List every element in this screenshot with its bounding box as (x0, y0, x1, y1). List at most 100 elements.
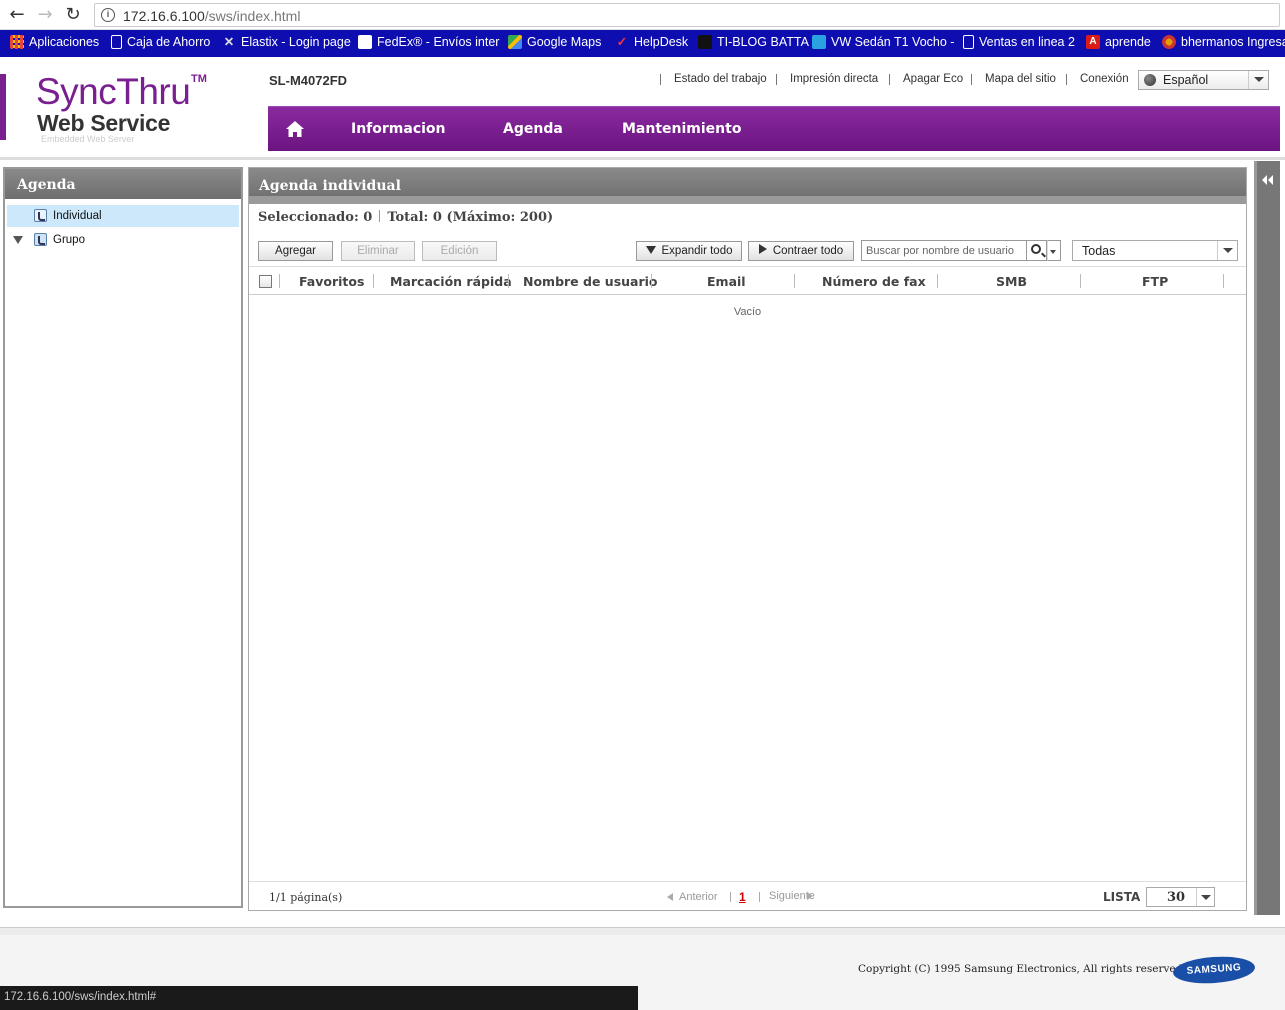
empty-message: Vacío (733, 306, 762, 318)
blog-icon (698, 35, 712, 49)
search-options-dropdown[interactable] (1047, 240, 1061, 261)
page-info: 1/1 página(s) (269, 891, 343, 904)
nav-mantenimiento[interactable]: Mantenimiento (622, 121, 741, 137)
link-sitemap[interactable]: Mapa del sitio (985, 73, 1056, 85)
browser-toolbar: ← → ↻ i 172.16.6.100/sws/index.html (0, 0, 1285, 30)
bookmark-label: Ventas en linea 2 (979, 35, 1075, 49)
search-field[interactable] (861, 240, 1027, 261)
syncthru-page: SyncThru TM Web Service Embedded Web Ser… (0, 57, 1285, 1010)
helpdesk-icon: ✓ (616, 35, 628, 49)
bookmark-caja-de-ahorro[interactable]: Caja de Ahorro (111, 35, 210, 49)
chevron-down-icon (1050, 250, 1056, 254)
bookmark-aplicaciones[interactable]: Aplicaciones (10, 35, 99, 49)
collapse-all-button[interactable]: Contraer todo (748, 241, 854, 261)
bookmark-label: HelpDesk (634, 35, 689, 49)
bookmark-label: bhermanos Ingresa (1181, 35, 1285, 49)
link-direct-print[interactable]: Impresión directa (790, 73, 878, 85)
copyright-text: Copyright (C) 1995 Samsung Electronics, … (858, 963, 1186, 975)
search-button[interactable] (1027, 240, 1047, 261)
table-header: Favoritos Marcación rápida Nombre de usu… (249, 266, 1246, 295)
chevron-down-icon[interactable] (1217, 241, 1237, 260)
group-phonebook-icon (34, 233, 47, 246)
bookmark-fedex[interactable]: FedEx® - Envíos inter (358, 35, 499, 49)
nav-informacion[interactable]: Informacion (351, 121, 446, 137)
filter-select[interactable]: Todas (1072, 240, 1238, 261)
bookmark-ventas[interactable]: Ventas en linea 2 (963, 35, 1075, 49)
prev-page-link[interactable]: Anterior (667, 891, 718, 903)
url-path: /sws/index.html (204, 8, 301, 24)
sidebar-item-grupo[interactable]: Grupo (7, 229, 239, 251)
select-all-checkbox[interactable] (259, 275, 272, 288)
samsung-logo: SAMSUNG (1172, 954, 1256, 986)
apps-grid-icon (10, 35, 24, 49)
edit-button[interactable]: Edición (422, 241, 497, 261)
bookmark-ti-blog[interactable]: TI-BLOG BATTA (698, 35, 809, 49)
bookmark-aprende[interactable]: Aaprende (1086, 35, 1151, 49)
bookmark-bhermanos[interactable]: bhermanos Ingresa (1162, 35, 1285, 49)
link-job-status[interactable]: Estado del trabajo (674, 73, 767, 85)
link-eco-off[interactable]: Apagar Eco (903, 73, 963, 85)
list-size-select[interactable]: 30 (1146, 887, 1215, 907)
chevron-down-icon[interactable] (1248, 71, 1268, 89)
flower-icon (1162, 35, 1176, 49)
right-panel-collapse[interactable] (1254, 161, 1280, 915)
vw-icon (812, 35, 826, 49)
url-text[interactable]: 172.16.6.100/sws/index.html (123, 8, 300, 24)
reload-icon[interactable]: ↻ (62, 4, 84, 26)
page-icon (963, 35, 974, 49)
elastix-icon: ✕ (223, 35, 235, 49)
expand-triangle-icon[interactable] (13, 236, 23, 244)
bookmark-google-maps[interactable]: Google Maps (508, 35, 601, 49)
list-size-value: 30 (1167, 890, 1186, 905)
double-chevron-left-icon[interactable] (1262, 175, 1276, 185)
fedex-icon (358, 35, 372, 49)
column-email[interactable]: Email (707, 274, 746, 289)
column-marcacion-rapida[interactable]: Marcación rápida (390, 274, 512, 289)
forward-arrow-icon[interactable]: → (34, 4, 56, 26)
info-icon[interactable]: i (101, 8, 115, 22)
column-ftp[interactable]: FTP (1142, 274, 1168, 289)
sidebar-item-label: Individual (53, 210, 102, 222)
current-page-link[interactable]: 1 (739, 890, 746, 904)
angular-icon: A (1086, 35, 1100, 49)
column-favoritos[interactable]: Favoritos (299, 274, 364, 289)
collapse-all-label: Contraer todo (772, 245, 844, 257)
link-separator (1066, 74, 1067, 85)
bookmark-label: FedEx® - Envíos inter (377, 35, 500, 49)
link-separator (971, 74, 972, 85)
back-arrow-icon[interactable]: ← (6, 4, 28, 26)
add-button[interactable]: Agregar (258, 241, 333, 261)
chevron-down-icon[interactable] (1196, 888, 1214, 906)
globe-icon (1144, 74, 1156, 86)
home-icon[interactable] (286, 121, 304, 137)
browser-status-bar: 172.16.6.100/sws/index.html# (0, 986, 638, 1010)
expand-all-button[interactable]: Expandir todo (636, 241, 742, 261)
sidebar: Agenda Individual Grupo (3, 167, 243, 908)
expand-all-label: Expandir todo (661, 245, 733, 257)
next-page-link[interactable]: Siguiente (769, 890, 815, 902)
link-login[interactable]: Conexión (1080, 73, 1129, 85)
bookmark-label: VW Sedán T1 Vocho - (831, 35, 955, 49)
expand-triangle-icon (645, 246, 656, 254)
header-divider (0, 157, 1285, 160)
prev-arrow-icon (667, 893, 673, 901)
sidebar-item-individual[interactable]: Individual (7, 205, 239, 227)
column-nombre-usuario[interactable]: Nombre de usuario (523, 274, 658, 289)
column-numero-fax[interactable]: Número de fax (822, 274, 926, 289)
delete-button[interactable]: Eliminar (341, 241, 415, 261)
logo-web-service: Web Service (37, 110, 171, 136)
bookmark-helpdesk[interactable]: ✓ HelpDesk (615, 35, 688, 49)
bookmark-vw-sedan[interactable]: VW Sedán T1 Vocho - (812, 35, 954, 49)
bookmarks-bar: Aplicaciones Caja de Ahorro ✕ Elastix - L… (0, 30, 1285, 57)
search-input[interactable] (862, 241, 1026, 260)
address-bar[interactable]: i 172.16.6.100/sws/index.html (94, 3, 1280, 27)
bookmark-elastix[interactable]: ✕ Elastix - Login page (222, 35, 351, 49)
nav-agenda[interactable]: Agenda (503, 121, 563, 137)
language-value: Español (1163, 73, 1209, 87)
bookmark-label: Caja de Ahorro (127, 35, 211, 49)
language-select[interactable]: Español (1138, 70, 1269, 90)
link-separator (776, 74, 777, 85)
printer-model: SL-M4072FD (269, 73, 348, 88)
column-smb[interactable]: SMB (996, 274, 1027, 289)
selection-summary: Seleccionado: 0 Total: 0 (Máximo: 200) (258, 210, 553, 225)
